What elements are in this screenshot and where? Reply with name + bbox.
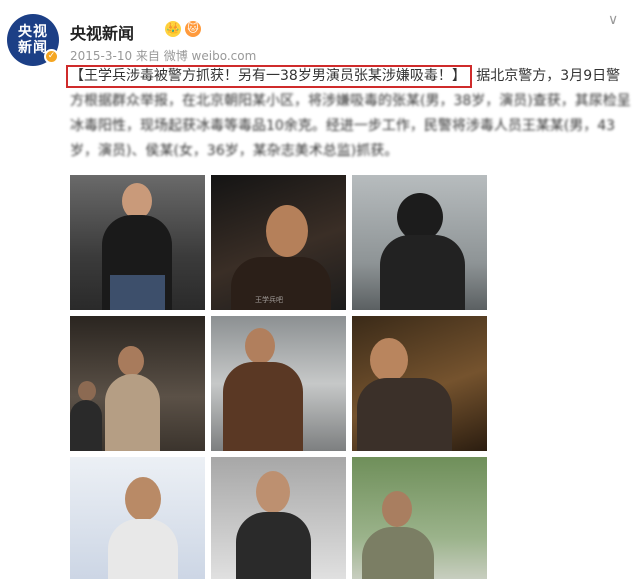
- photo-watermark: 王学兵吧: [255, 296, 283, 304]
- photo-2[interactable]: 王学兵吧: [211, 175, 346, 310]
- post-body-text: 方根据群众举报，在北京朝阳某小区，将涉嫌吸毒的张某(男，38岁，演员)查获，其尿…: [70, 93, 631, 159]
- account-name[interactable]: 央视新闻: [70, 20, 134, 44]
- verified-icon: ✓: [44, 49, 59, 64]
- photo-1[interactable]: [70, 175, 205, 310]
- chevron-down-icon[interactable]: ∨: [608, 12, 618, 28]
- photo-7[interactable]: [70, 457, 205, 579]
- photo-4[interactable]: [70, 316, 205, 451]
- headline-highlight: 【王学兵涉毒被警方抓获！另有一38岁男演员张某涉嫌吸毒！】: [66, 65, 472, 88]
- user-badges: 👑 🐱: [165, 21, 201, 37]
- photo-6[interactable]: [352, 316, 487, 451]
- post-meta: 2015-3-10 来自 微博 weibo.com: [70, 49, 257, 63]
- cat-badge-icon: 🐱: [185, 21, 201, 37]
- post-text: 【王学兵涉毒被警方抓获！另有一38岁男演员张某涉嫌吸毒！】 据北京警方，3月9日…: [66, 64, 632, 164]
- avatar-text-line1: 央视: [18, 24, 48, 40]
- photo-5[interactable]: [211, 316, 346, 451]
- photo-3[interactable]: [352, 175, 487, 310]
- post-body-line1: 据北京警方，3月9日警: [476, 68, 621, 84]
- photo-8[interactable]: [211, 457, 346, 579]
- photo-9[interactable]: [352, 457, 487, 579]
- crown-badge-icon: 👑: [165, 21, 181, 37]
